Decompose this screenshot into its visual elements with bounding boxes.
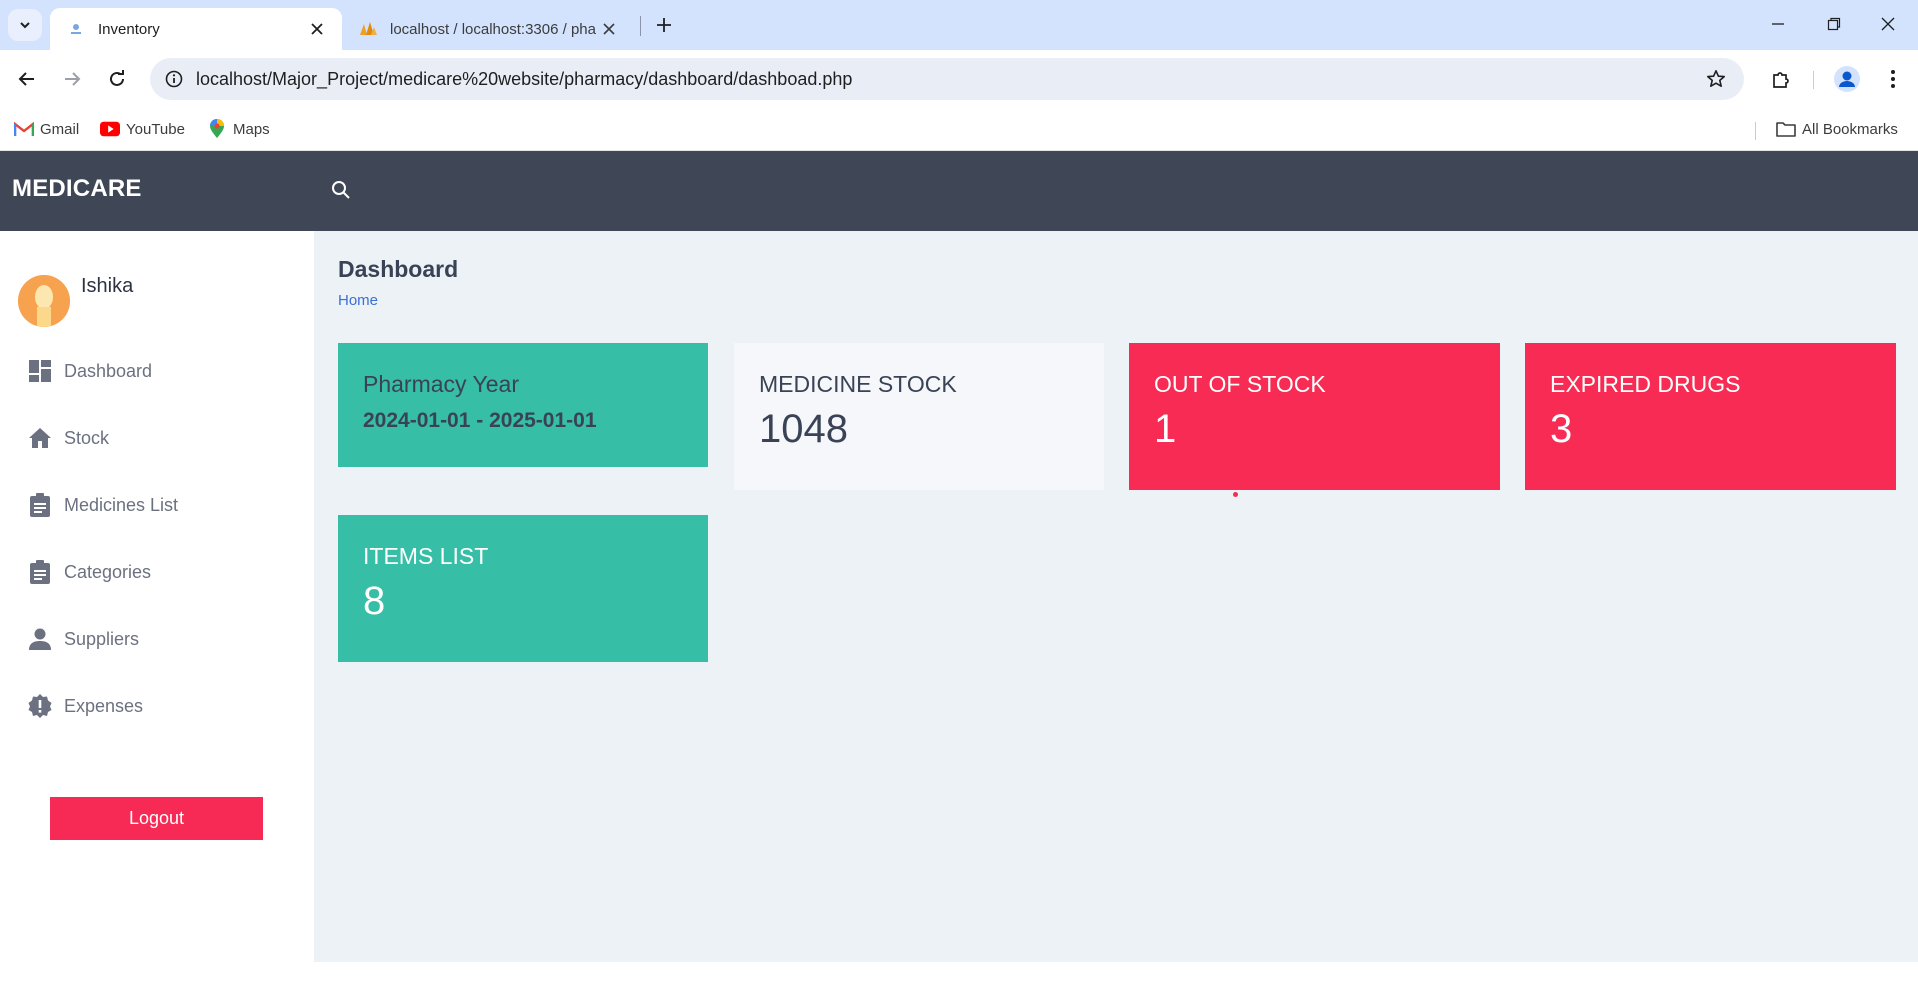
tab-title: Inventory — [98, 20, 160, 38]
card-title: EXPIRED DRUGS — [1550, 371, 1741, 397]
home-icon — [26, 424, 54, 452]
restore-icon — [1827, 17, 1841, 31]
tab-phpmyadmin[interactable]: localhost / localhost:3306 / pha — [350, 8, 632, 50]
medicine-stock-card[interactable]: MEDICINE STOCK 1048 — [734, 343, 1104, 490]
all-bookmarks-button[interactable]: All Bookmarks — [1776, 117, 1898, 141]
maps-icon — [207, 119, 227, 139]
close-tab-icon[interactable] — [598, 18, 620, 40]
minimize-button[interactable] — [1752, 6, 1804, 42]
pharmacy-year-card: Pharmacy Year 2024-01-01 - 2025-01-01 — [338, 343, 708, 467]
sidebar-item-label: Medicines List — [64, 494, 179, 515]
sidebar-item-medicines-list[interactable]: Medicines List — [26, 487, 296, 523]
card-title: ITEMS LIST — [363, 543, 489, 569]
user-name: Ishika — [81, 275, 134, 297]
clipboard-icon — [26, 491, 54, 519]
tab-inventory[interactable]: Inventory — [50, 8, 342, 50]
main-content: Dashboard Home Pharmacy Year 2024-01-01 … — [314, 231, 1918, 962]
reload-icon — [110, 70, 124, 86]
bookmark-gmail[interactable]: Gmail — [14, 117, 79, 141]
forward-button[interactable] — [55, 62, 89, 96]
sidebar-item-label: Expenses — [64, 695, 144, 716]
sidebar-item-categories[interactable]: Categories — [26, 554, 296, 590]
extensions-button[interactable] — [1764, 62, 1798, 96]
clipboard-icon — [26, 558, 54, 586]
card-value: 1048 — [759, 407, 848, 451]
search-icon — [332, 181, 350, 199]
dashboard-icon — [26, 357, 54, 385]
reload-button[interactable] — [100, 62, 134, 96]
folder-icon — [1776, 119, 1796, 139]
card-value: 1 — [1154, 407, 1177, 451]
bookmark-youtube[interactable]: YouTube — [100, 117, 185, 141]
close-tab-icon[interactable] — [306, 18, 328, 40]
logout-button[interactable]: Logout — [50, 797, 263, 840]
brand-logo[interactable]: MEDICARE — [12, 175, 142, 203]
card-value: 8 — [363, 579, 386, 623]
avatar — [18, 275, 70, 327]
browser-menu-button[interactable] — [1876, 62, 1910, 96]
bookmark-star-icon[interactable] — [1696, 58, 1736, 100]
card-title: OUT OF STOCK — [1154, 371, 1326, 397]
close-icon — [1881, 17, 1895, 31]
alert-badge-icon — [26, 692, 54, 720]
card-title: MEDICINE STOCK — [759, 371, 957, 397]
close-window-button[interactable] — [1862, 6, 1914, 42]
sidebar-item-expenses[interactable]: Expenses — [26, 688, 296, 724]
out-of-stock-card[interactable]: OUT OF STOCK 1 — [1129, 343, 1500, 490]
expired-drugs-card[interactable]: EXPIRED DRUGS 3 — [1525, 343, 1896, 490]
arrow-right-icon — [65, 72, 81, 86]
youtube-icon — [100, 119, 120, 139]
address-bar[interactable]: localhost/Major_Project/medicare%20websi… — [150, 58, 1744, 100]
page-title: Dashboard — [338, 256, 459, 282]
tab-divider — [640, 16, 641, 36]
back-button[interactable] — [10, 62, 44, 96]
tab-title: localhost / localhost:3306 / pha — [390, 20, 596, 38]
profile-avatar-icon — [1834, 66, 1860, 92]
sidebar-item-label: Categories — [64, 561, 152, 582]
indicator-dot — [1233, 492, 1238, 497]
chevron-down-icon — [20, 22, 30, 29]
header-search-button[interactable] — [326, 175, 356, 205]
minimize-icon — [1772, 23, 1784, 25]
puzzle-icon — [1773, 72, 1789, 88]
sidebar-item-label: Dashboard — [64, 360, 153, 381]
browser-tab-strip: Inventory localhost / localhost:3306 / p… — [0, 0, 1918, 50]
items-list-card[interactable]: ITEMS LIST 8 — [338, 515, 708, 662]
browser-toolbar: localhost/Major_Project/medicare%20websi… — [0, 50, 1918, 108]
bookmark-maps[interactable]: Maps — [207, 117, 270, 141]
sidebar-item-dashboard[interactable]: Dashboard — [26, 353, 296, 389]
sidebar-item-stock[interactable]: Stock — [26, 420, 296, 456]
all-bookmarks-label: All Bookmarks — [1802, 120, 1898, 138]
bookmark-label: Gmail — [40, 120, 80, 138]
bookmark-label: Maps — [233, 120, 270, 138]
tab-search-button[interactable] — [8, 9, 42, 41]
bookmark-label: YouTube — [126, 120, 185, 138]
profile-button[interactable] — [1830, 62, 1864, 96]
user-avatar-icon — [18, 275, 70, 327]
card-value: 3 — [1550, 407, 1573, 451]
bookmarks-bar: Gmail YouTube Maps All Bookmarks — [0, 108, 1918, 151]
inventory-favicon-icon — [66, 19, 86, 39]
sidebar-item-label: Suppliers — [64, 628, 140, 649]
card-title: Pharmacy Year — [363, 371, 519, 397]
toolbar-divider — [1813, 71, 1814, 89]
bookmarks-divider — [1755, 122, 1756, 140]
arrow-left-icon — [18, 72, 34, 86]
sidebar-item-label: Stock — [64, 427, 110, 448]
kebab-menu-icon — [1891, 70, 1895, 88]
restore-button[interactable] — [1808, 6, 1860, 42]
gmail-icon — [14, 119, 34, 139]
sidebar-item-suppliers[interactable]: Suppliers — [26, 621, 296, 657]
plus-icon — [657, 18, 671, 32]
person-icon — [26, 625, 54, 653]
card-value: 2024-01-01 - 2025-01-01 — [363, 409, 597, 432]
site-info-icon[interactable] — [154, 58, 194, 100]
breadcrumb-home-link[interactable]: Home — [338, 292, 378, 309]
sidebar: Ishika Dashboard Stock Medicines List Ca… — [0, 231, 314, 1002]
phpmyadmin-favicon-icon — [358, 19, 378, 39]
app-header: MEDICARE — [0, 151, 1918, 231]
url-text[interactable]: localhost/Major_Project/medicare%20websi… — [196, 69, 1696, 90]
new-tab-button[interactable] — [650, 11, 678, 39]
